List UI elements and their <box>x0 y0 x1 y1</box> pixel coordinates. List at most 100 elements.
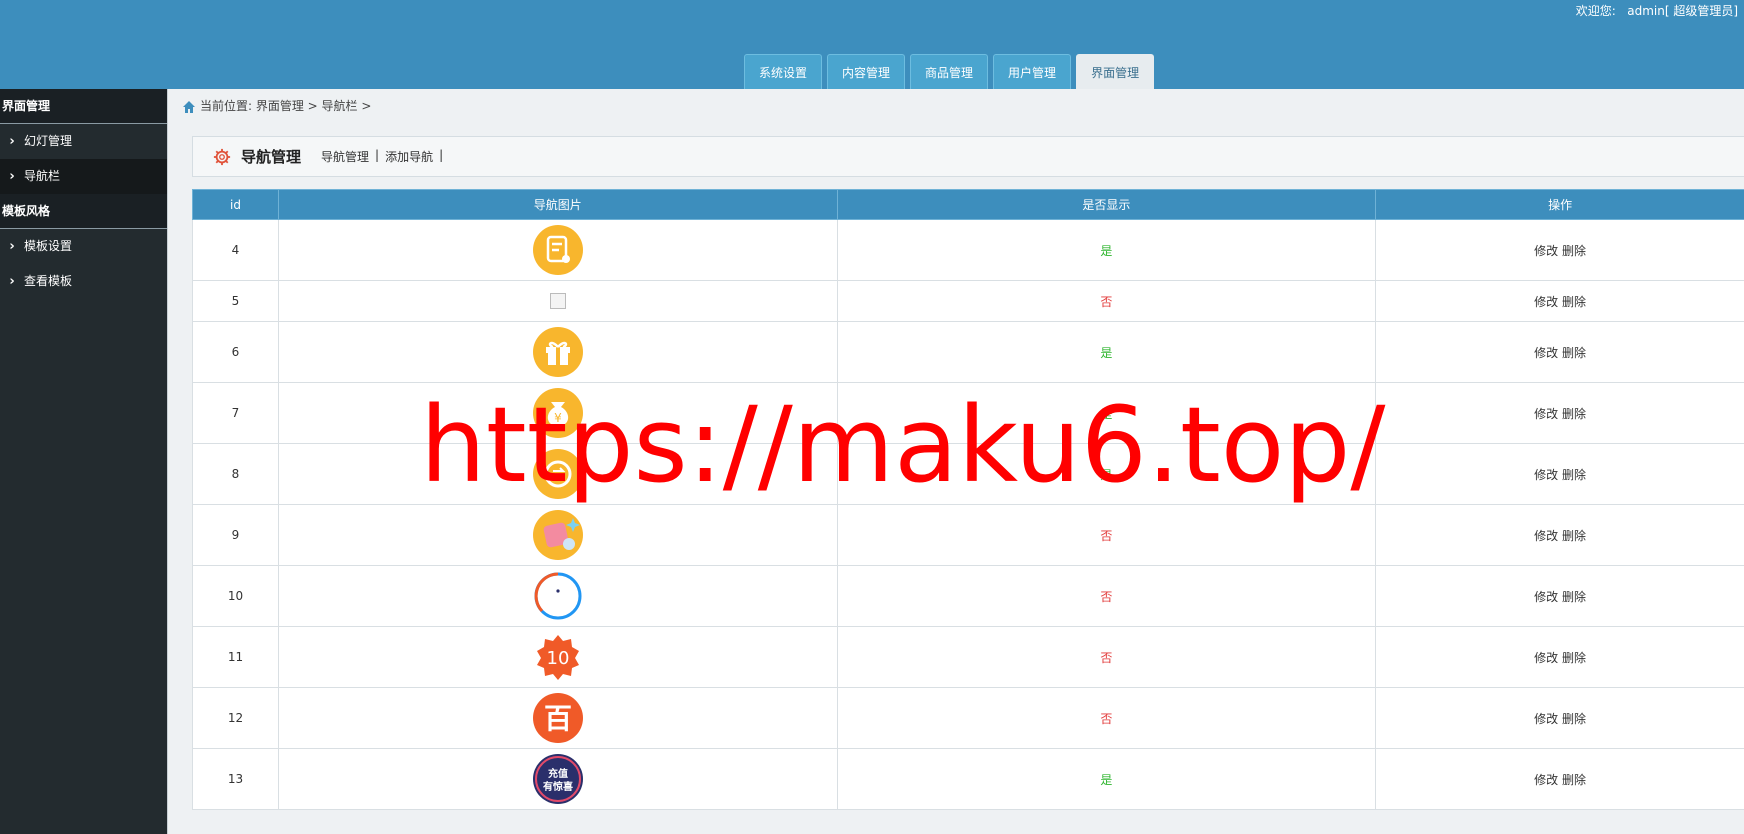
breadcrumb: 当前位置: 界面管理 > 导航栏 > <box>168 89 1744 124</box>
cell-image <box>277 219 838 281</box>
cell-id: 12 <box>192 687 279 749</box>
tab-user-management[interactable]: 用户管理 <box>993 54 1072 89</box>
sidebar: 界面管理 › 幻灯管理 › 导航栏 模板风格 › 模板设置 › 查看模板 <box>0 89 167 834</box>
cell-id: 7 <box>192 382 279 444</box>
cell-id: 4 <box>192 219 279 281</box>
cell-image: 百 <box>277 687 838 749</box>
edit-link[interactable]: 修改 <box>1534 295 1558 309</box>
table-row: 5 否修改 删除 <box>192 280 1744 322</box>
chevron-right-icon: › <box>9 239 15 254</box>
cell-visible-status: 是 <box>836 748 1377 810</box>
edit-link[interactable]: 修改 <box>1534 244 1558 258</box>
cell-id: 11 <box>192 626 279 688</box>
table-row: 11 10 否修改 删除 <box>192 626 1744 688</box>
table-row: 7 ¥ 是修改 删除 <box>192 382 1744 444</box>
sidebar-item-navbar[interactable]: › 导航栏 <box>0 159 167 194</box>
cell-image: 充值 有惊喜 <box>277 748 838 810</box>
nav-manage-link[interactable]: 导航管理 <box>321 148 369 165</box>
cell-id: 9 <box>192 504 279 566</box>
table-row: 10 否修改 删除 <box>192 565 1744 627</box>
sidebar-item-label: 查看模板 <box>24 274 73 288</box>
edit-link[interactable]: 修改 <box>1534 407 1558 421</box>
cell-image: ¥ <box>277 382 838 444</box>
tab-product-management[interactable]: 商品管理 <box>910 54 989 89</box>
cell-visible-status: 是 <box>836 382 1377 444</box>
chevron-right-icon: › <box>9 274 15 289</box>
column-header-image: 导航图片 <box>277 189 838 220</box>
cell-visible-status: 否 <box>836 565 1377 627</box>
sidebar-item-label: 模板设置 <box>24 239 73 253</box>
badge-text: 10 <box>546 648 569 669</box>
sidebar-section-template: 模板风格 <box>0 194 167 229</box>
svg-text:有惊喜: 有惊喜 <box>543 780 573 793</box>
clock-icon <box>533 571 583 621</box>
cell-actions: 修改 删除 <box>1375 504 1744 566</box>
cell-visible-status: 否 <box>836 280 1377 322</box>
sidebar-item-label: 幻灯管理 <box>24 134 73 148</box>
cell-id: 10 <box>192 565 279 627</box>
sidebar-item-view-templates[interactable]: › 查看模板 <box>0 264 167 299</box>
delete-link[interactable]: 删除 <box>1562 468 1586 482</box>
cell-image <box>277 565 838 627</box>
sidebar-item-slides[interactable]: › 幻灯管理 <box>0 124 167 159</box>
cell-actions: 修改 删除 <box>1375 687 1744 749</box>
delete-link[interactable]: 删除 <box>1562 244 1586 258</box>
tab-content-management[interactable]: 内容管理 <box>827 54 906 89</box>
table-row: 9 否修改 删除 <box>192 504 1744 566</box>
cell-actions: 修改 删除 <box>1375 565 1744 627</box>
panel-header: 导航管理 导航管理 | 添加导航 | <box>192 136 1744 177</box>
edit-link[interactable]: 修改 <box>1534 712 1558 726</box>
delete-link[interactable]: 删除 <box>1562 407 1586 421</box>
delete-link[interactable]: 删除 <box>1562 773 1586 787</box>
svg-text:充值: 充值 <box>548 767 568 780</box>
delete-link[interactable]: 删除 <box>1562 590 1586 604</box>
cell-actions: 修改 删除 <box>1375 382 1744 444</box>
gift-icon <box>532 327 583 377</box>
panel-links: 导航管理 | 添加导航 | <box>321 148 443 165</box>
edit-link[interactable]: 修改 <box>1534 590 1558 604</box>
edit-link[interactable]: 修改 <box>1534 651 1558 665</box>
nav-table: id 导航图片 是否显示 操作 4 是修改 删除 5 否修改 删除 6 是修改 删除 7 ¥ 是… <box>192 189 1744 810</box>
delete-link[interactable]: 删除 <box>1562 712 1586 726</box>
tab-interface-management[interactable]: 界面管理 <box>1076 54 1155 89</box>
cell-actions: 修改 删除 <box>1375 626 1744 688</box>
delete-link[interactable]: 删除 <box>1562 651 1586 665</box>
add-nav-link[interactable]: 添加导航 <box>385 148 433 165</box>
chevron-right-icon: › <box>9 134 15 149</box>
cell-visible-status: 否 <box>836 626 1377 688</box>
column-header-visible: 是否显示 <box>836 189 1377 220</box>
delete-link[interactable]: 删除 <box>1562 529 1586 543</box>
table-row: 6 是修改 删除 <box>192 321 1744 383</box>
cell-visible-status: 是 <box>836 321 1377 383</box>
cell-actions: 修改 删除 <box>1375 748 1744 810</box>
edit-link[interactable]: 修改 <box>1534 468 1558 482</box>
top-header: 欢迎您: admin[ 超级管理员] 系统设置 内容管理 商品管理 用户管理 界… <box>0 0 1744 89</box>
cell-visible-status: 是 <box>836 219 1377 281</box>
edit-link[interactable]: 修改 <box>1534 346 1558 360</box>
cell-actions: 修改 删除 <box>1375 280 1744 322</box>
sidebar-item-template-settings[interactable]: › 模板设置 <box>0 229 167 264</box>
sidebar-item-label: 导航栏 <box>24 169 61 183</box>
edit-link[interactable]: 修改 <box>1534 529 1558 543</box>
cell-id: 6 <box>192 321 279 383</box>
bai-icon: 百 <box>532 693 583 743</box>
top-tabs: 系统设置 内容管理 商品管理 用户管理 界面管理 <box>744 54 1155 89</box>
edit-link[interactable]: 修改 <box>1534 773 1558 787</box>
chevron-right-icon: › <box>9 169 15 184</box>
svg-text:¥: ¥ <box>554 411 562 425</box>
column-header-id: id <box>192 189 279 220</box>
cell-actions: 修改 删除 <box>1375 443 1744 505</box>
table-row: 12 百否修改 删除 <box>192 687 1744 749</box>
cell-id: 13 <box>192 748 279 810</box>
column-header-actions: 操作 <box>1375 189 1744 220</box>
cell-actions: 修改 删除 <box>1375 321 1744 383</box>
cell-image <box>277 504 838 566</box>
note-icon <box>532 225 583 275</box>
tab-system-settings[interactable]: 系统设置 <box>744 54 823 89</box>
delete-link[interactable]: 删除 <box>1562 295 1586 309</box>
cell-visible-status: 否 <box>836 687 1377 749</box>
badge-10-icon: 10 <box>533 632 583 682</box>
delete-link[interactable]: 删除 <box>1562 346 1586 360</box>
table-row: 8 是修改 删除 <box>192 443 1744 505</box>
cell-image: 10 <box>277 626 838 688</box>
